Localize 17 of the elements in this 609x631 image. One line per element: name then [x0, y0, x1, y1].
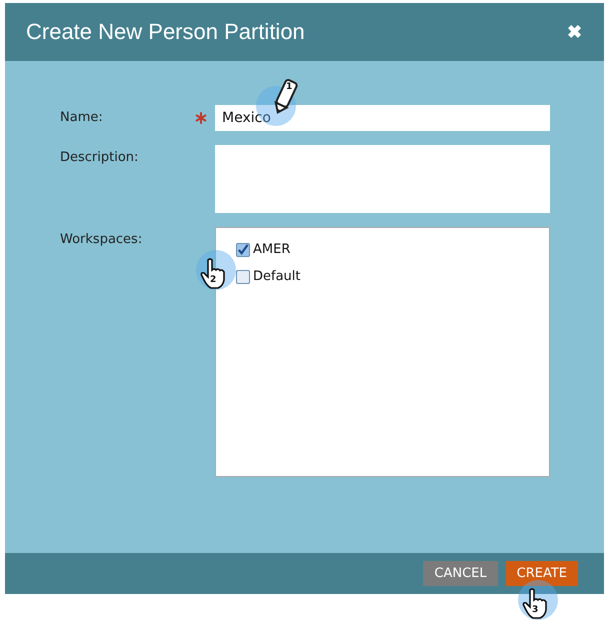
checkbox[interactable]: [236, 270, 250, 284]
step-number: 3: [532, 605, 538, 615]
step-number: 1: [286, 82, 292, 92]
pencil-icon: [272, 78, 298, 116]
cancel-button[interactable]: CANCEL: [423, 561, 498, 586]
workspaces-label: Workspaces:: [59, 231, 144, 247]
checkbox[interactable]: [236, 242, 250, 256]
create-button[interactable]: CREATE: [506, 561, 578, 586]
window-title: Create New Person Partition: [26, 19, 305, 45]
step-number: 2: [210, 275, 216, 285]
hand-cursor-icon: [522, 588, 548, 620]
description-field[interactable]: [215, 145, 550, 213]
description-label: Description:: [59, 149, 140, 165]
name-label: Name:: [59, 109, 104, 125]
workspace-name[interactable]: AMER: [253, 242, 290, 257]
workspace-name[interactable]: Default: [253, 269, 300, 284]
close-button[interactable]: ✖: [567, 21, 582, 43]
